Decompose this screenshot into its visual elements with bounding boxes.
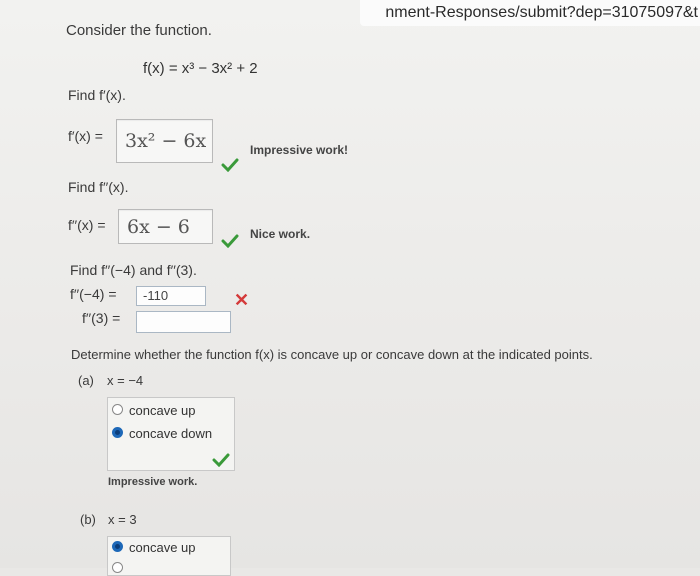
- second-derivative-answer-field[interactable]: 6x − 6: [118, 209, 213, 244]
- f2-at-3-input[interactable]: [136, 311, 231, 333]
- webassign-page: nment-Responses/submit?dep=31075097&t Co…: [0, 0, 700, 576]
- part-a-label: (a): [78, 373, 94, 388]
- option-label: concave up: [129, 540, 196, 555]
- option-label: concave down: [129, 426, 213, 441]
- problem-intro: Consider the function.: [66, 22, 212, 39]
- check-icon: [221, 158, 239, 172]
- cross-icon: ✕: [234, 290, 250, 310]
- address-bar[interactable]: nment-Responses/submit?dep=31075097&t: [360, 0, 700, 26]
- radio-concave-up-b[interactable]: [112, 541, 123, 552]
- f2-at-neg4-value: -110: [143, 288, 169, 303]
- f2-at-neg4-lhs: f′′(−4) =: [70, 286, 117, 302]
- f2-at-3-lhs: f′′(3) =: [82, 310, 121, 326]
- concavity-prompt: Determine whether the function f(x) is c…: [71, 347, 593, 362]
- radio-concave-down-a[interactable]: [112, 427, 123, 438]
- first-derivative-answer-field[interactable]: 3x² − 6x: [116, 119, 213, 163]
- part-a-point: x = −4: [107, 373, 144, 388]
- radio-concave-up-a[interactable]: [112, 404, 123, 415]
- part-a-feedback: Impressive work.: [108, 476, 198, 488]
- f2-at-neg4-input[interactable]: -110: [136, 286, 206, 306]
- second-derivative-answer: 6x − 6: [127, 215, 190, 238]
- first-derivative-answer: 3x² − 6x: [125, 130, 207, 152]
- part-b-label: (b): [80, 512, 96, 527]
- option-label: concave up: [129, 403, 196, 418]
- find-first-derivative-prompt: Find f′(x).: [68, 87, 126, 103]
- first-derivative-lhs: f′(x) =: [68, 128, 103, 144]
- check-icon: [212, 453, 230, 467]
- check-icon: [221, 234, 239, 248]
- second-derivative-feedback: Nice work.: [250, 227, 311, 241]
- part-b-point: x = 3: [108, 512, 137, 527]
- function-definition: f(x) = x³ − 3x² + 2: [143, 60, 258, 77]
- evaluate-prompt: Find f′′(−4) and f′′(3).: [70, 262, 197, 278]
- url-text: nment-Responses/submit?dep=31075097&t: [385, 4, 698, 21]
- second-derivative-lhs: f′′(x) =: [68, 217, 106, 233]
- find-second-derivative-prompt: Find f′′(x).: [68, 179, 129, 195]
- first-derivative-feedback: Impressive work!: [250, 143, 349, 157]
